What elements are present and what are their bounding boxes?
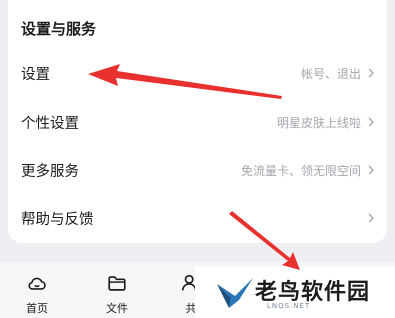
tab-files[interactable]: 文件 [92, 272, 142, 316]
help-feedback-row-label: 帮助与反馈 [21, 211, 94, 228]
chevron-right-icon [368, 117, 374, 127]
tab-home[interactable]: 首页 [12, 272, 62, 316]
chevron-right-icon [368, 213, 374, 223]
help-feedback-row[interactable]: 帮助与反馈 [8, 194, 387, 242]
watermark-subtext: LNQS.NET [267, 302, 311, 310]
section-title: 设置与服务 [21, 20, 97, 38]
cloud-home-icon [28, 277, 46, 290]
settings-row[interactable]: 设置 帐号、退出 [8, 49, 387, 97]
more-services-row-label: 更多服务 [21, 163, 79, 180]
settings-row-value: 帐号、退出 [300, 66, 361, 81]
personalization-row-label: 个性设置 [21, 115, 79, 132]
more-services-row[interactable]: 更多服务 免流量卡、领无限空间 [8, 146, 387, 194]
personalization-row-value: 明星皮肤上线啦 [276, 115, 361, 130]
personalization-row[interactable]: 个性设置 明星皮肤上线啦 [8, 98, 387, 146]
folder-icon [108, 276, 126, 291]
settings-row-label: 设置 [21, 66, 50, 83]
bird-logo-icon [217, 278, 253, 308]
settings-card: 设置与服务 设置 帐号、退出 个性设置 明星皮肤上线啦 更多服务 免流量卡、领无… [8, 0, 387, 243]
chevron-right-icon [368, 165, 374, 175]
more-services-row-value: 免流量卡、领无限空间 [240, 163, 361, 178]
tab-files-label: 文件 [106, 302, 128, 315]
tab-home-label: 首页 [26, 302, 48, 315]
watermark: 老鸟软件园 LNQS.NET [195, 266, 395, 318]
chevron-right-icon [368, 68, 374, 78]
